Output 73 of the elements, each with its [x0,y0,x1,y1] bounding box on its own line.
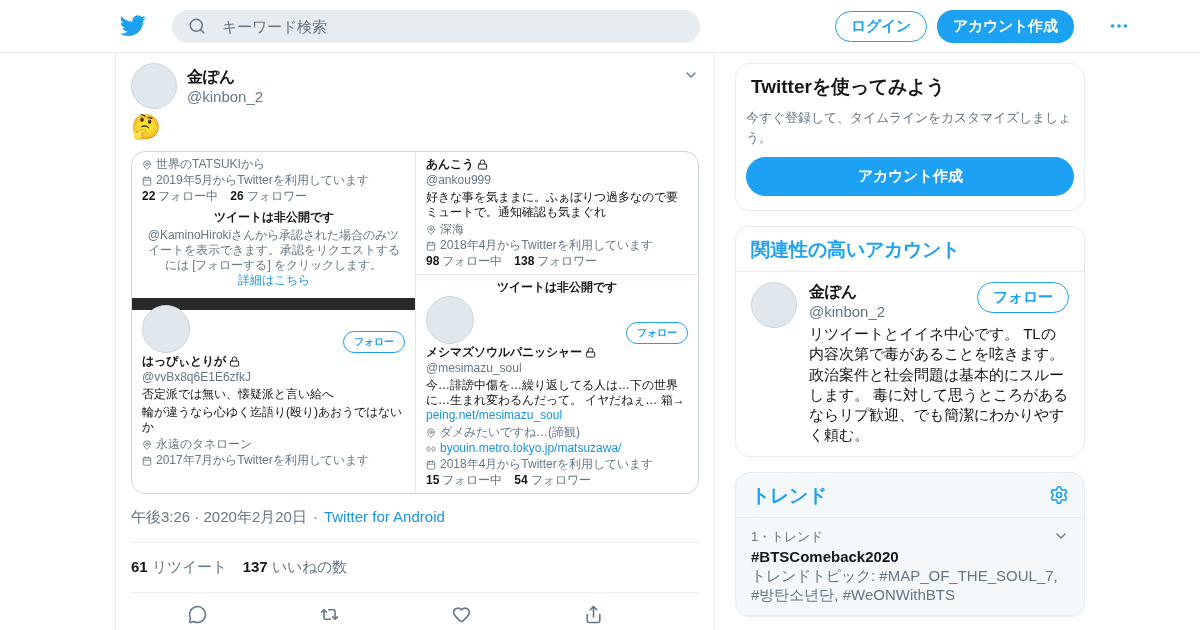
profile-meta: 永遠のタネローン [156,437,252,452]
profile-name: あんこう [426,157,474,172]
profile-bio: 今…誹謗中傷を…繰り返してる人は…下の世界に…生まれ変わるんだって。 イヤだねぇ… 箱→ peing.net/mesimazu_soul [426,378,686,423]
profile-bio: 否定派では無い、懐疑派と言い給へ [142,387,335,402]
following-count: 98 フォロー中 [426,254,503,269]
calendar-icon [426,459,436,470]
separator-dot: · [312,508,318,527]
settings-icon[interactable] [1049,484,1069,505]
card-text: 今すぐ登録して、タイムラインをカスタマイズしましょう。 [746,109,1072,147]
tweet-text: 🤔 [131,113,162,141]
follow-button[interactable]: フォロー [626,322,688,344]
profile-meta: ダメみたいですね…(諦観) [440,425,580,440]
signup-button[interactable]: アカウント作成 [746,157,1074,196]
card-title: Twitterを使ってみよう [750,75,946,99]
profile-handle: @mesimazu_soul [426,361,523,376]
profile-bio: 好きな事を気ままに。ふぁぼりつ過多なので要ミュートで。通知確認も気まぐれ [426,190,679,220]
following-count: 22 フォロー中 [142,189,219,204]
bio-link[interactable]: peing.net/mesimazu_soul [426,408,563,422]
location-pin-icon [142,159,152,170]
reply-icon[interactable] [187,605,207,624]
engagement-count[interactable]: 61 リツイート [131,558,227,577]
share-icon[interactable] [583,605,603,624]
profile-handle: @vvBx8q6E1E6zfkJ [142,370,252,385]
follow-button[interactable]: フォロー [977,282,1069,313]
profile-meta: 2019年5月からTwitterを利用しています [156,173,369,188]
client-link[interactable]: Twitter for Android [323,508,445,527]
profile-name: メシマズソウルパニッシャー [426,345,582,360]
followers-count: 26 フォロワー [230,189,307,204]
profile-meta: 深海 [440,222,464,237]
tweet-timestamp: 午後3:26 · 2020年2月20日 [131,508,307,527]
account-name[interactable]: 金ぽん [809,282,977,303]
card-title: 関連性の高いアカウント [750,238,961,262]
link-icon [426,443,436,454]
profile-meta: 2017年7月からTwitterを利用しています [156,453,369,468]
profile-bio: 輪が違うなら心ゆく迄語り(殴り)あおうではないか [142,405,403,435]
profile-meta: 2018年4月からTwitterを利用しています [440,238,653,253]
card-title: トレンド [750,483,828,508]
search-field[interactable]: キーワード検索 [172,9,700,43]
following-count: 15 フォロー中 [426,473,503,488]
profile-link[interactable]: byouin.metro.tokyo.jp/matsuzawa/ [440,441,622,456]
login-button[interactable]: ログイン [835,10,927,42]
profile-handle: @ankou999 [426,173,492,188]
profile-name: はっぴぃとりが [142,354,226,369]
profile-screenshot[interactable] [131,151,699,494]
followers-count: 54 フォロワー [514,473,591,488]
author-name[interactable]: 金ぽん [187,67,673,88]
followers-count: 138 フォロワー [514,254,598,269]
calendar-icon [142,175,152,186]
protected-title: ツイートは非公開です [213,210,334,225]
account-handle: @kinbon_2 [809,303,887,320]
location-pin-icon [426,427,436,438]
calendar-icon [426,240,436,251]
bird-logo[interactable] [120,15,146,37]
protected-title: ツイートは非公開です [496,280,618,295]
trend-meta: 1・トレンド [751,527,824,546]
profile-meta: 2018年4月からTwitterを利用しています [440,457,653,472]
location-pin-icon [142,439,152,450]
protected-message: @KaminoHirokiさんから承認された場合のみツイートを表示できます。承認をリクエストするには [フォローする] をクリックします。 詳細はこちら [146,228,401,288]
trend-description: トレンドトピック: #MAP_OF_THE_SOUL_7, #방탄소년단, #WeONWithBTS [751,566,1059,605]
calendar-icon [142,455,152,466]
trend-name[interactable]: #BTSComeback2020 [751,547,1069,565]
location-pin-icon [426,224,436,235]
profile-meta: 世界のTATSUKIから [156,157,265,172]
author-handle: @kinbon_2 [187,88,265,105]
avatar-placeholder [426,296,474,344]
avatar-placeholder [142,305,190,353]
signup-button[interactable]: アカウント作成 [937,9,1074,43]
search-icon [188,16,206,35]
account-bio: リツイートとイイネ中心です。 TLの内容次第で毒があることを呟きます。政治案件と社会問題は基本的にスルーします。 毒に対して思うところがあるならリプ歓迎、でも簡潔にわかりやすく頼む。 [809,324,1069,446]
heart-icon[interactable] [451,605,471,624]
follow-button[interactable]: フォロー [343,331,405,353]
details-link[interactable]: 詳細はこちら [237,273,310,287]
engagement-count[interactable]: 137 いいねの数 [242,558,347,577]
